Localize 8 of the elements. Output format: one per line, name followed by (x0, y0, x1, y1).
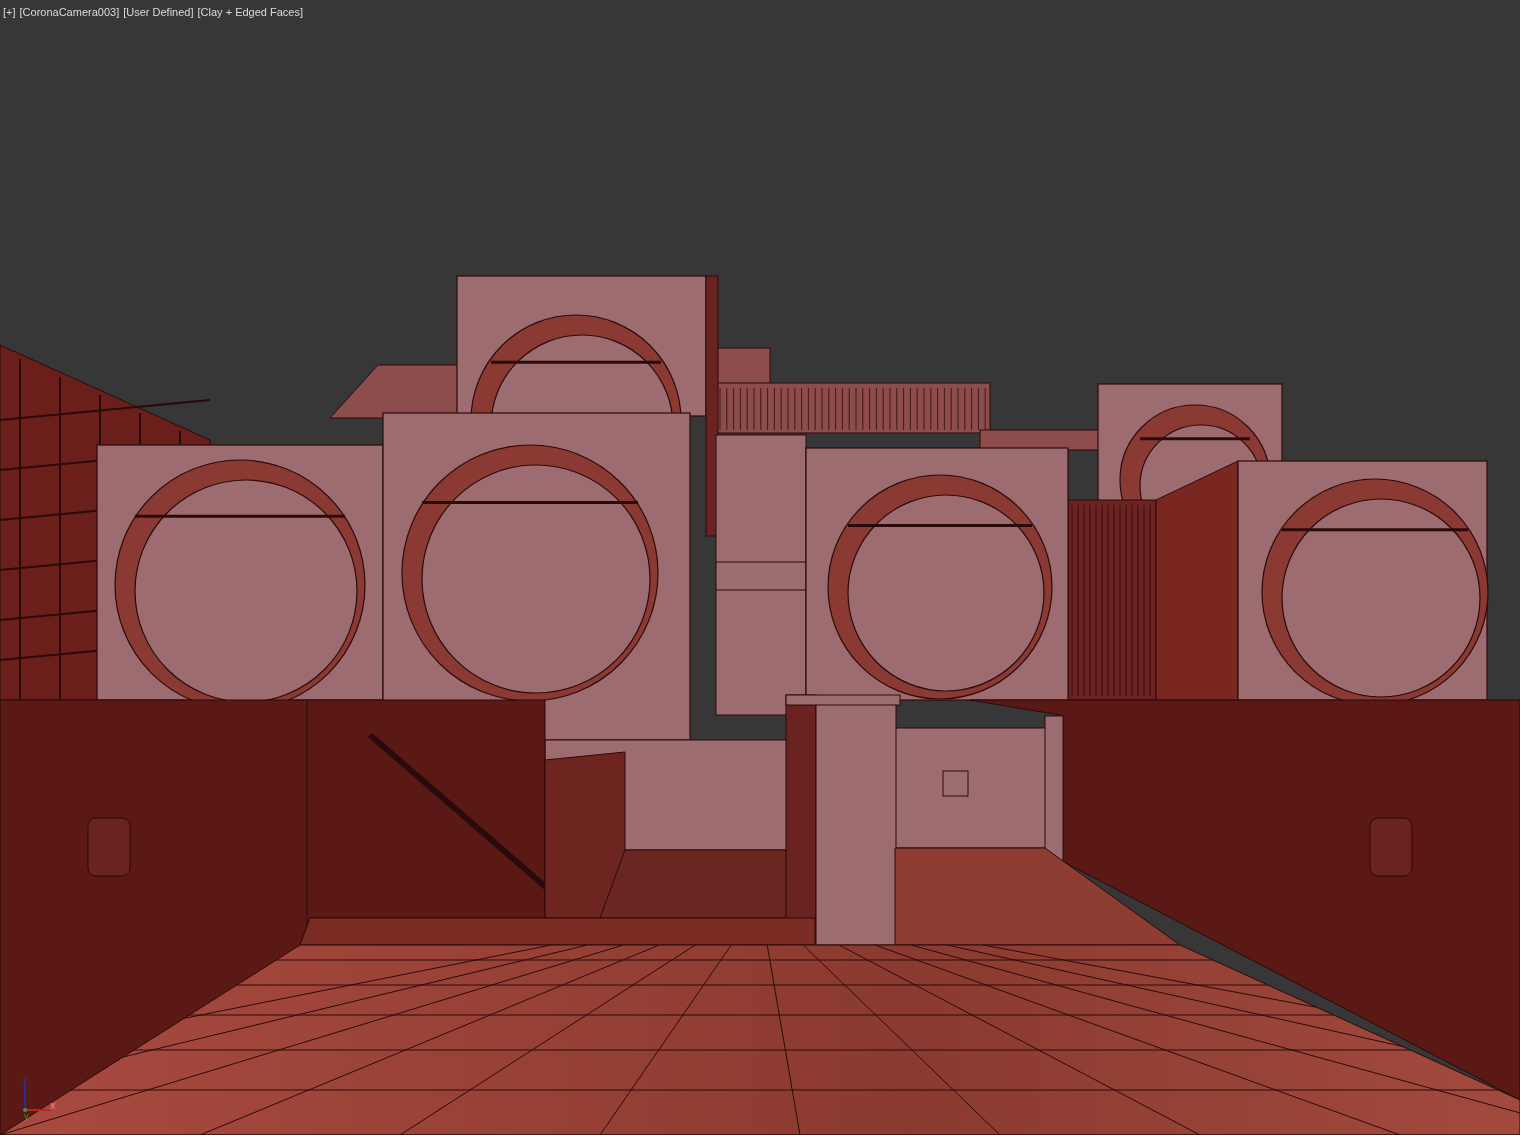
axis-icon (23, 1081, 51, 1112)
viewport-menu-label[interactable]: [User Defined] (123, 5, 194, 19)
axis-label: y (24, 1111, 29, 1121)
viewport-menu-label[interactable]: [Clay + Edged Faces] (197, 5, 303, 19)
viewport-menu-label[interactable]: [+] (3, 5, 16, 19)
axis-label: x (50, 1100, 56, 1111)
axis-label: z (23, 1074, 28, 1084)
viewport-menu-label[interactable]: [CoronaCamera003] (19, 5, 120, 19)
